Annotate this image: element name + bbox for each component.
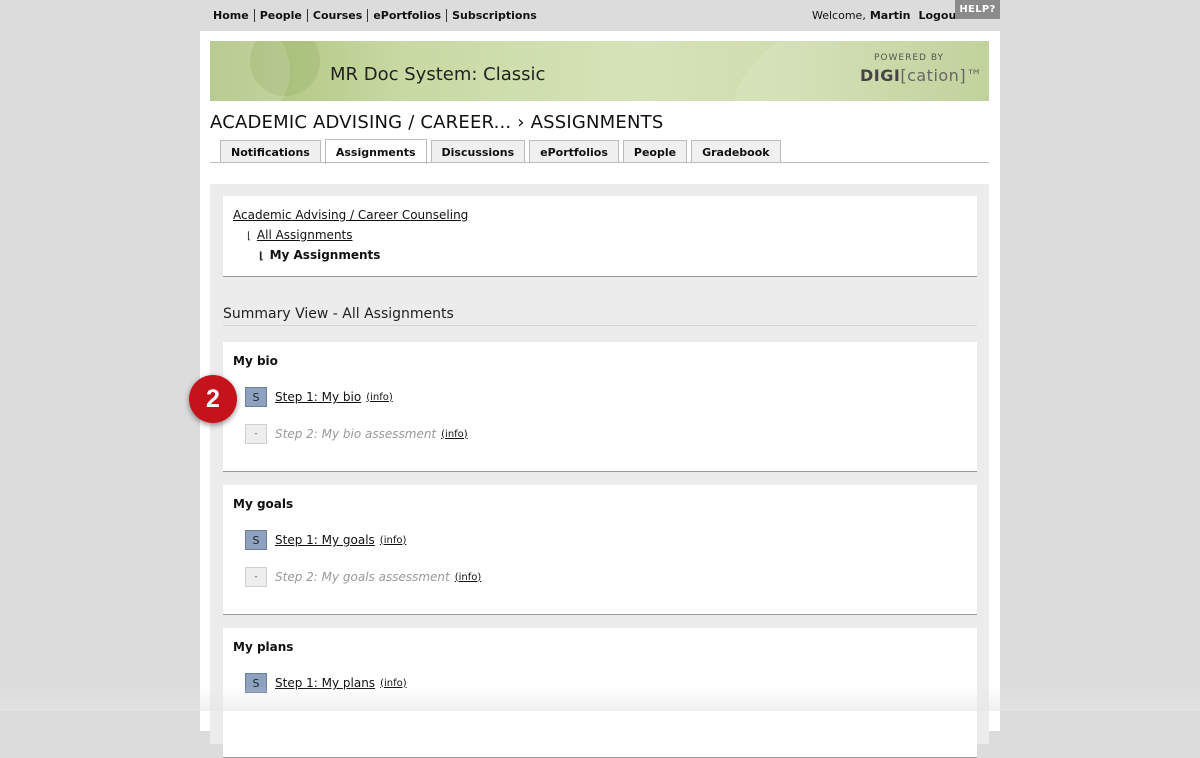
tab-discussions[interactable]: Discussions xyxy=(430,140,526,163)
main-container: MR Doc System: Classic POWERED BY DIGI[c… xyxy=(200,31,1000,758)
info-link[interactable]: (info) xyxy=(441,429,468,440)
section-title: Summary View - All Assignments xyxy=(223,306,454,322)
submitted-status-icon: S xyxy=(245,530,267,550)
info-link[interactable]: (info) xyxy=(380,535,407,546)
assignments-content: Academic Advising / Career Counseling ⌊ A… xyxy=(210,184,989,758)
top-nav: Home People Courses ePortfolios Subscrip… xyxy=(213,9,537,22)
info-link[interactable]: (info) xyxy=(455,572,482,583)
group-title: My plans xyxy=(233,640,294,654)
breadcrumb-course-link[interactable]: Academic Advising / Career Counseling xyxy=(233,208,468,222)
breadcrumb-current: My Assignments xyxy=(269,248,381,262)
locked-status-icon: - xyxy=(245,567,267,587)
step-link[interactable]: Step 1: My bio xyxy=(275,390,361,404)
help-button[interactable]: HELP? xyxy=(955,0,1000,19)
annotation-marker: 2 xyxy=(189,375,237,423)
nav-separator xyxy=(253,9,255,22)
step-label-disabled: Step 2: My bio assessment xyxy=(275,427,437,441)
submitted-status-icon: S xyxy=(245,387,267,407)
nav-separator xyxy=(446,9,448,22)
step-label-disabled: Step 2: My goals assessment xyxy=(275,570,450,584)
group-title: My goals xyxy=(233,497,294,511)
breadcrumb-level2: ⌊ All Assignments xyxy=(247,228,353,242)
group-title: My bio xyxy=(233,354,278,368)
user-name: Martin xyxy=(869,9,911,22)
site-title: MR Doc System: Classic xyxy=(330,64,546,85)
nav-separator xyxy=(306,9,308,22)
breadcrumb: Academic Advising / Career Counseling ⌊ A… xyxy=(223,196,977,277)
step-row: S Step 1: My bio (info) xyxy=(245,387,393,407)
section-divider xyxy=(223,325,977,326)
nav-courses-link[interactable]: Courses xyxy=(313,9,362,22)
nav-eportfolios-link[interactable]: ePortfolios xyxy=(373,9,441,22)
brand-light: [cation]™ xyxy=(900,66,983,85)
assignment-group-my-goals: My goals S Step 1: My goals (info) - Ste… xyxy=(223,485,977,615)
info-link[interactable]: (info) xyxy=(380,678,407,689)
nav-people-link[interactable]: People xyxy=(260,9,302,22)
assignment-group-my-plans: My plans S Step 1: My plans (info) xyxy=(223,628,977,758)
page-title: ACADEMIC ADVISING / CAREER... › ASSIGNME… xyxy=(210,112,664,133)
tab-notifications[interactable]: Notifications xyxy=(220,140,321,163)
step-row: S Step 1: My plans (info) xyxy=(245,673,407,693)
submitted-status-icon: S xyxy=(245,673,267,693)
course-tabs: Notifications Assignments Discussions eP… xyxy=(220,139,781,164)
welcome-text: Welcome, xyxy=(812,9,866,22)
tabs-divider xyxy=(210,162,989,163)
welcome-area: Welcome, Martin Logout xyxy=(812,9,962,22)
assignment-group-my-bio: My bio S Step 1: My bio (info) - Step 2:… xyxy=(223,342,977,472)
breadcrumb-level3: ⌊ My Assignments xyxy=(259,248,380,262)
tab-assignments[interactable]: Assignments xyxy=(324,139,427,164)
step-row: - Step 2: My goals assessment (info) xyxy=(245,567,481,587)
powered-by-text: POWERED BY xyxy=(874,53,945,63)
step-row: S Step 1: My goals (info) xyxy=(245,530,406,550)
tree-elbow-icon: ⌊ xyxy=(247,231,251,242)
locked-status-icon: - xyxy=(245,424,267,444)
step-link[interactable]: Step 1: My plans xyxy=(275,676,375,690)
nav-subscriptions-link[interactable]: Subscriptions xyxy=(452,9,537,22)
step-row: - Step 2: My bio assessment (info) xyxy=(245,424,468,444)
tab-eportfolios[interactable]: ePortfolios xyxy=(529,140,619,163)
tab-gradebook[interactable]: Gradebook xyxy=(691,140,781,163)
nav-separator xyxy=(367,9,369,22)
site-banner: MR Doc System: Classic POWERED BY DIGI[c… xyxy=(210,41,989,101)
brand-logo: DIGI[cation]™ xyxy=(860,66,983,85)
info-link[interactable]: (info) xyxy=(366,392,393,403)
tab-people[interactable]: People xyxy=(622,140,688,163)
nav-home-link[interactable]: Home xyxy=(213,9,249,22)
tree-elbow-icon: ⌊ xyxy=(259,251,264,262)
breadcrumb-all-assignments-link[interactable]: All Assignments xyxy=(257,228,353,242)
step-link[interactable]: Step 1: My goals xyxy=(275,533,375,547)
brand-bold: DIGI xyxy=(860,66,901,85)
